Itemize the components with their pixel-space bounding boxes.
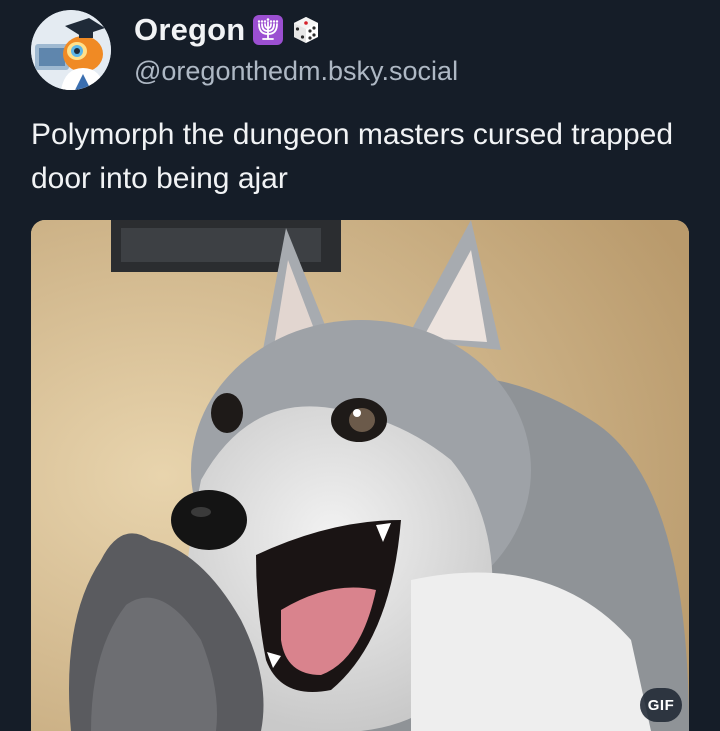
user-handle[interactable]: @oregonthedm.bsky.social <box>134 56 458 87</box>
avatar[interactable] <box>31 10 111 90</box>
husky-dog-image <box>31 220 689 731</box>
dice-emoji-icon <box>291 15 321 45</box>
menorah-emoji-icon <box>253 15 284 45</box>
post-text: Polymorph the dungeon masters cursed tra… <box>31 118 674 195</box>
display-name-row: Oregon <box>134 12 321 48</box>
post-media-gif[interactable] <box>31 220 689 731</box>
display-name[interactable]: Oregon <box>134 12 245 48</box>
post-card: Oregon @oregonthedm.bsky.social Polymorp… <box>0 0 720 731</box>
gif-badge: GIF <box>640 688 682 722</box>
